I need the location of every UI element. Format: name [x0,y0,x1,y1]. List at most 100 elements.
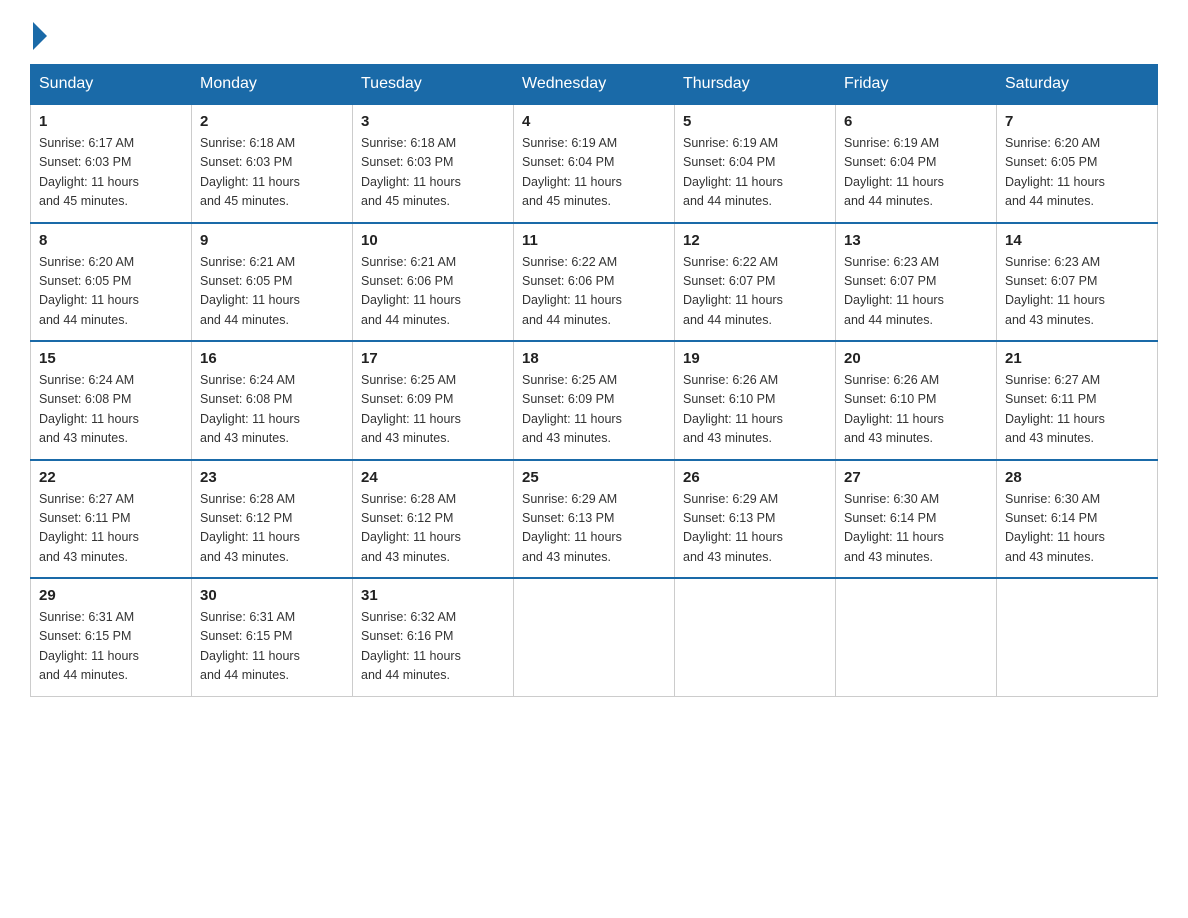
day-info: Sunrise: 6:31 AMSunset: 6:15 PMDaylight:… [39,608,183,686]
calendar-cell: 11Sunrise: 6:22 AMSunset: 6:06 PMDayligh… [514,223,675,342]
day-number: 10 [361,232,505,249]
day-info: Sunrise: 6:24 AMSunset: 6:08 PMDaylight:… [200,371,344,449]
calendar-header-row: SundayMondayTuesdayWednesdayThursdayFrid… [31,65,1158,105]
calendar-cell [836,578,997,696]
day-info: Sunrise: 6:23 AMSunset: 6:07 PMDaylight:… [844,253,988,331]
day-number: 1 [39,113,183,130]
calendar-cell: 28 Sunrise: 6:30 AMSunset: 6:14 PMDayligh… [997,460,1158,579]
day-number: 31 [361,587,505,604]
day-info: Sunrise: 6:20 AMSunset: 6:05 PMDaylight:… [39,253,183,331]
day-number: 30 [200,587,344,604]
day-number: 15 [39,350,183,367]
day-number: 25 [522,469,666,486]
day-info: Sunrise: 6:17 AMSunset: 6:03 PMDaylight:… [39,134,183,212]
day-number: 7 [1005,113,1149,130]
header-monday: Monday [192,65,353,105]
calendar-cell: 12Sunrise: 6:22 AMSunset: 6:07 PMDayligh… [675,223,836,342]
logo-arrow-icon [33,22,47,50]
day-number: 9 [200,232,344,249]
day-number: 3 [361,113,505,130]
day-info: Sunrise: 6:24 AMSunset: 6:08 PMDaylight:… [39,371,183,449]
day-number: 2 [200,113,344,130]
calendar-cell: 21 Sunrise: 6:27 AMSunset: 6:11 PMDayligh… [997,341,1158,460]
header-wednesday: Wednesday [514,65,675,105]
day-number: 4 [522,113,666,130]
day-number: 14 [1005,232,1149,249]
header-tuesday: Tuesday [353,65,514,105]
header-saturday: Saturday [997,65,1158,105]
day-number: 29 [39,587,183,604]
day-number: 12 [683,232,827,249]
calendar-cell: 7 Sunrise: 6:20 AMSunset: 6:05 PMDaylight… [997,104,1158,223]
calendar-cell: 8 Sunrise: 6:20 AMSunset: 6:05 PMDaylight… [31,223,192,342]
calendar-cell: 6Sunrise: 6:19 AMSunset: 6:04 PMDaylight… [836,104,997,223]
calendar-cell: 30 Sunrise: 6:31 AMSunset: 6:15 PMDayligh… [192,578,353,696]
day-info: Sunrise: 6:29 AMSunset: 6:13 PMDaylight:… [522,490,666,568]
calendar-cell: 14 Sunrise: 6:23 AMSunset: 6:07 PMDayligh… [997,223,1158,342]
calendar-cell: 27 Sunrise: 6:30 AMSunset: 6:14 PMDayligh… [836,460,997,579]
day-info: Sunrise: 6:31 AMSunset: 6:15 PMDaylight:… [200,608,344,686]
calendar-cell: 4 Sunrise: 6:19 AMSunset: 6:04 PMDaylight… [514,104,675,223]
calendar-week-4: 22 Sunrise: 6:27 AMSunset: 6:11 PMDayligh… [31,460,1158,579]
calendar-cell: 20Sunrise: 6:26 AMSunset: 6:10 PMDayligh… [836,341,997,460]
day-info: Sunrise: 6:32 AMSunset: 6:16 PMDaylight:… [361,608,505,686]
calendar-cell: 2 Sunrise: 6:18 AMSunset: 6:03 PMDaylight… [192,104,353,223]
calendar-week-5: 29 Sunrise: 6:31 AMSunset: 6:15 PMDayligh… [31,578,1158,696]
calendar-cell: 22 Sunrise: 6:27 AMSunset: 6:11 PMDayligh… [31,460,192,579]
calendar-cell: 5 Sunrise: 6:19 AMSunset: 6:04 PMDaylight… [675,104,836,223]
day-number: 5 [683,113,827,130]
calendar-cell [675,578,836,696]
day-info: Sunrise: 6:26 AMSunset: 6:10 PMDaylight:… [683,371,827,449]
day-number: 13 [844,232,988,249]
calendar-week-2: 8 Sunrise: 6:20 AMSunset: 6:05 PMDaylight… [31,223,1158,342]
day-info: Sunrise: 6:21 AMSunset: 6:06 PMDaylight:… [361,253,505,331]
day-number: 21 [1005,350,1149,367]
day-number: 16 [200,350,344,367]
day-info: Sunrise: 6:29 AMSunset: 6:13 PMDaylight:… [683,490,827,568]
day-info: Sunrise: 6:18 AMSunset: 6:03 PMDaylight:… [361,134,505,212]
day-number: 18 [522,350,666,367]
calendar-cell: 23Sunrise: 6:28 AMSunset: 6:12 PMDayligh… [192,460,353,579]
day-info: Sunrise: 6:19 AMSunset: 6:04 PMDaylight:… [683,134,827,212]
calendar-cell: 19 Sunrise: 6:26 AMSunset: 6:10 PMDayligh… [675,341,836,460]
calendar-cell [514,578,675,696]
day-info: Sunrise: 6:30 AMSunset: 6:14 PMDaylight:… [844,490,988,568]
header-thursday: Thursday [675,65,836,105]
day-number: 26 [683,469,827,486]
day-info: Sunrise: 6:27 AMSunset: 6:11 PMDaylight:… [39,490,183,568]
calendar-cell: 31 Sunrise: 6:32 AMSunset: 6:16 PMDayligh… [353,578,514,696]
calendar-cell [997,578,1158,696]
day-info: Sunrise: 6:28 AMSunset: 6:12 PMDaylight:… [200,490,344,568]
day-info: Sunrise: 6:19 AMSunset: 6:04 PMDaylight:… [844,134,988,212]
calendar-cell: 9 Sunrise: 6:21 AMSunset: 6:05 PMDaylight… [192,223,353,342]
calendar-cell: 24 Sunrise: 6:28 AMSunset: 6:12 PMDayligh… [353,460,514,579]
calendar-cell: 29 Sunrise: 6:31 AMSunset: 6:15 PMDayligh… [31,578,192,696]
day-info: Sunrise: 6:23 AMSunset: 6:07 PMDaylight:… [1005,253,1149,331]
day-number: 27 [844,469,988,486]
calendar-week-3: 15 Sunrise: 6:24 AMSunset: 6:08 PMDayligh… [31,341,1158,460]
day-number: 28 [1005,469,1149,486]
calendar-cell: 13 Sunrise: 6:23 AMSunset: 6:07 PMDayligh… [836,223,997,342]
day-info: Sunrise: 6:19 AMSunset: 6:04 PMDaylight:… [522,134,666,212]
calendar-cell: 18 Sunrise: 6:25 AMSunset: 6:09 PMDayligh… [514,341,675,460]
day-info: Sunrise: 6:25 AMSunset: 6:09 PMDaylight:… [361,371,505,449]
day-info: Sunrise: 6:20 AMSunset: 6:05 PMDaylight:… [1005,134,1149,212]
day-number: 20 [844,350,988,367]
day-info: Sunrise: 6:30 AMSunset: 6:14 PMDaylight:… [1005,490,1149,568]
calendar-cell: 1 Sunrise: 6:17 AMSunset: 6:03 PMDaylight… [31,104,192,223]
day-info: Sunrise: 6:22 AMSunset: 6:06 PMDaylight:… [522,253,666,331]
day-info: Sunrise: 6:27 AMSunset: 6:11 PMDaylight:… [1005,371,1149,449]
calendar-week-1: 1 Sunrise: 6:17 AMSunset: 6:03 PMDaylight… [31,104,1158,223]
day-number: 19 [683,350,827,367]
day-number: 22 [39,469,183,486]
calendar-cell: 17Sunrise: 6:25 AMSunset: 6:09 PMDayligh… [353,341,514,460]
calendar-cell: 16 Sunrise: 6:24 AMSunset: 6:08 PMDayligh… [192,341,353,460]
day-info: Sunrise: 6:21 AMSunset: 6:05 PMDaylight:… [200,253,344,331]
day-number: 8 [39,232,183,249]
day-info: Sunrise: 6:28 AMSunset: 6:12 PMDaylight:… [361,490,505,568]
calendar-table: SundayMondayTuesdayWednesdayThursdayFrid… [30,64,1158,697]
day-number: 24 [361,469,505,486]
header-friday: Friday [836,65,997,105]
day-info: Sunrise: 6:25 AMSunset: 6:09 PMDaylight:… [522,371,666,449]
day-info: Sunrise: 6:18 AMSunset: 6:03 PMDaylight:… [200,134,344,212]
